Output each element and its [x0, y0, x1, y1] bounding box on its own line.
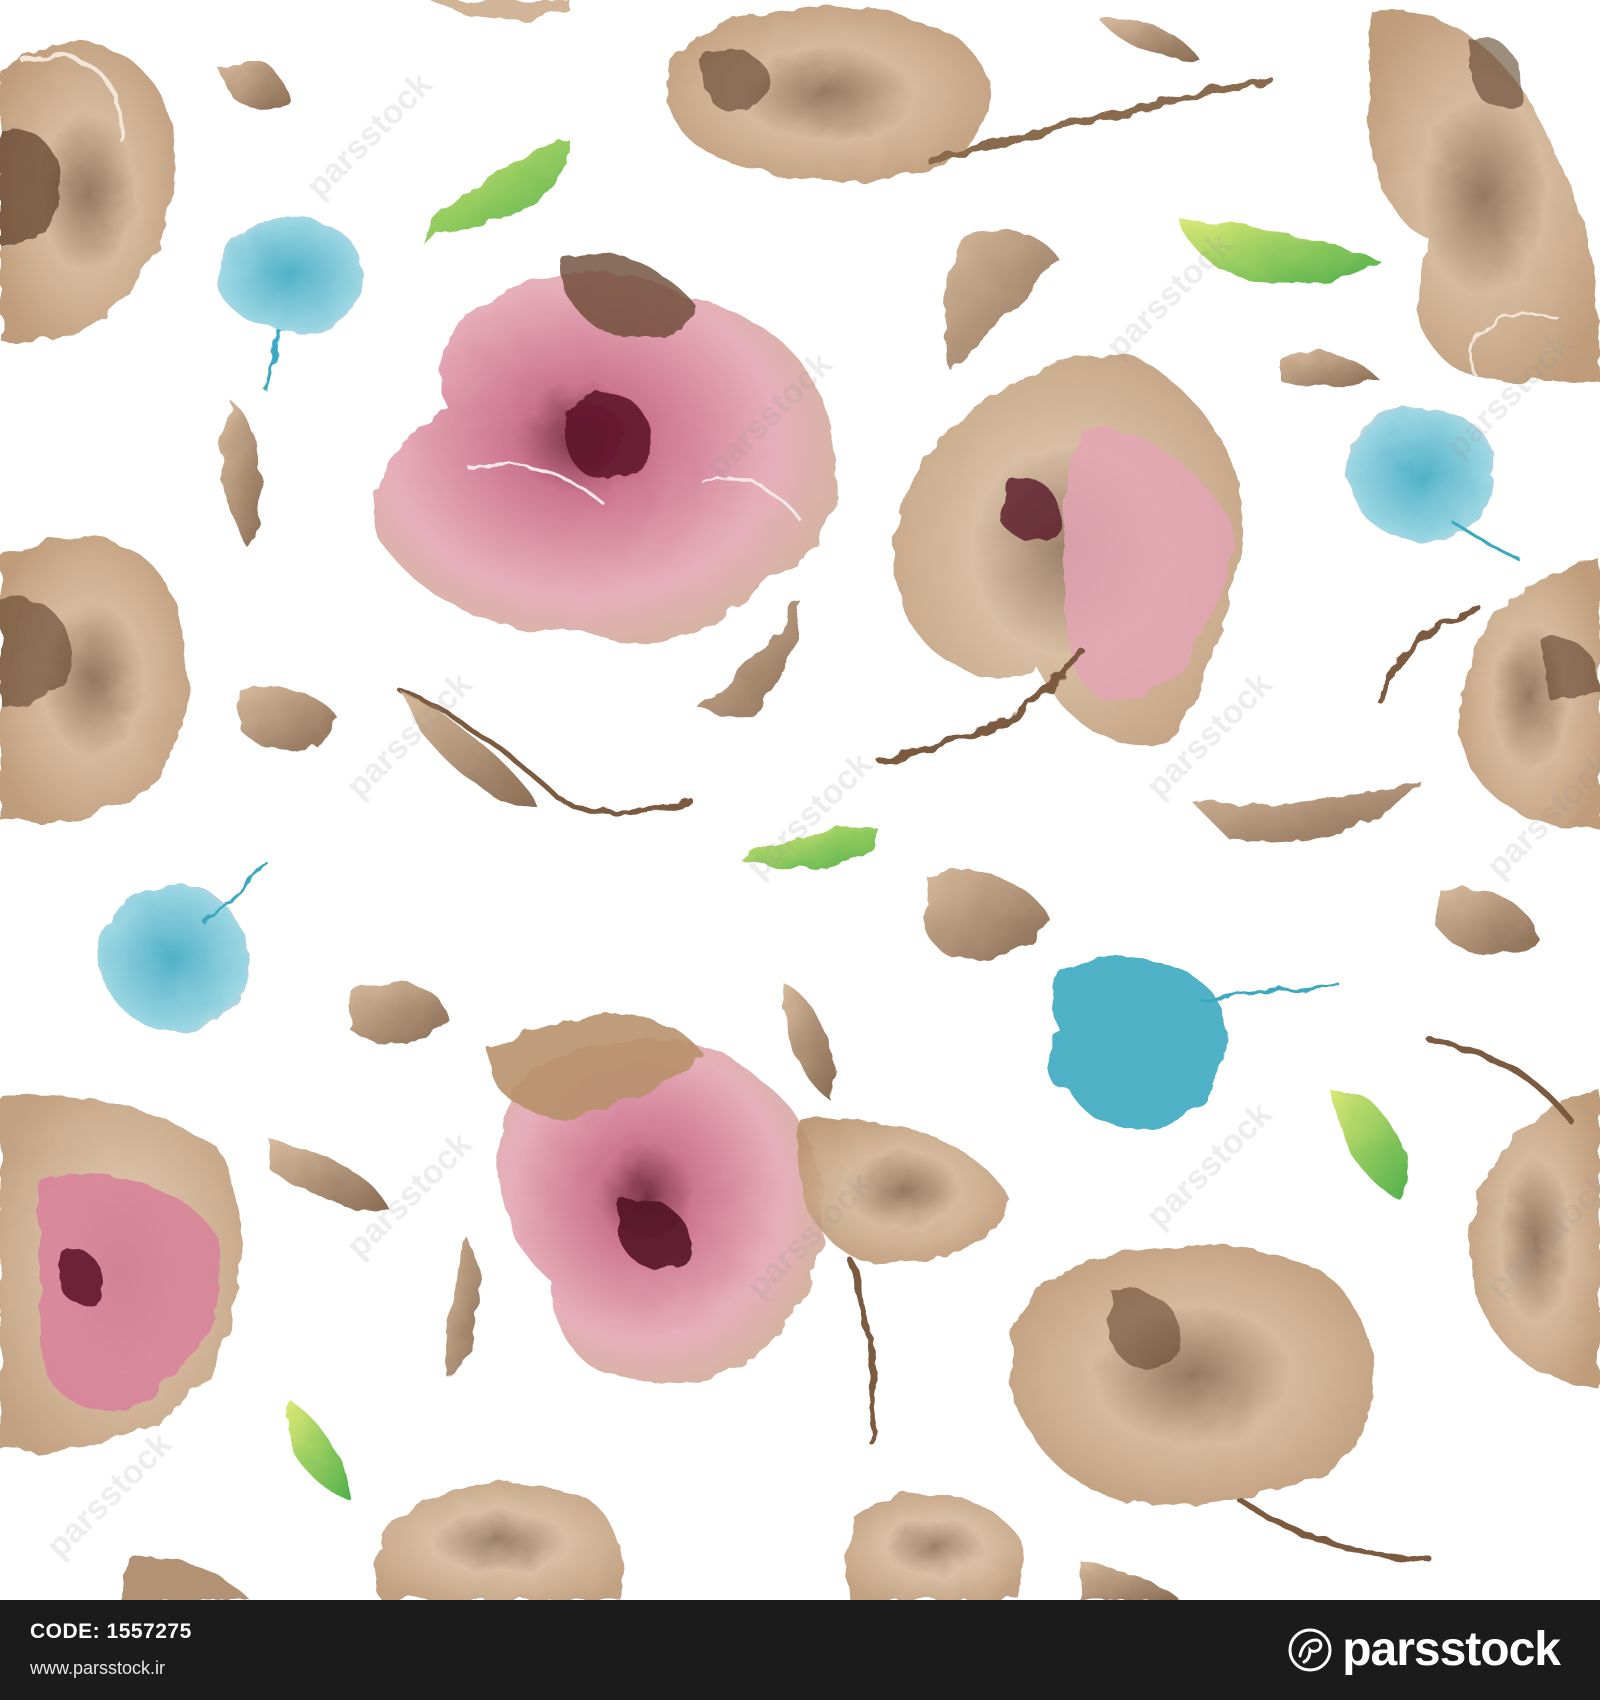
watercolor-floral-pattern: parsstock parsstock parsstock parsstock … — [0, 0, 1600, 1600]
stock-footer-bar: CODE: 1557275 www.parsstock.ir parsstock — [0, 1600, 1600, 1700]
image-code: CODE: 1557275 — [30, 1620, 192, 1644]
parsstock-logo-icon — [1288, 1628, 1332, 1672]
stock-image-page: parsstock parsstock parsstock parsstock … — [0, 0, 1600, 1700]
site-url[interactable]: www.parsstock.ir — [30, 1658, 165, 1679]
brand-logo-block[interactable]: parsstock — [1288, 1622, 1561, 1678]
brand-name: parsstock — [1342, 1623, 1561, 1676]
code-value: 1557275 — [106, 1620, 192, 1643]
code-label: CODE: — [30, 1620, 101, 1643]
